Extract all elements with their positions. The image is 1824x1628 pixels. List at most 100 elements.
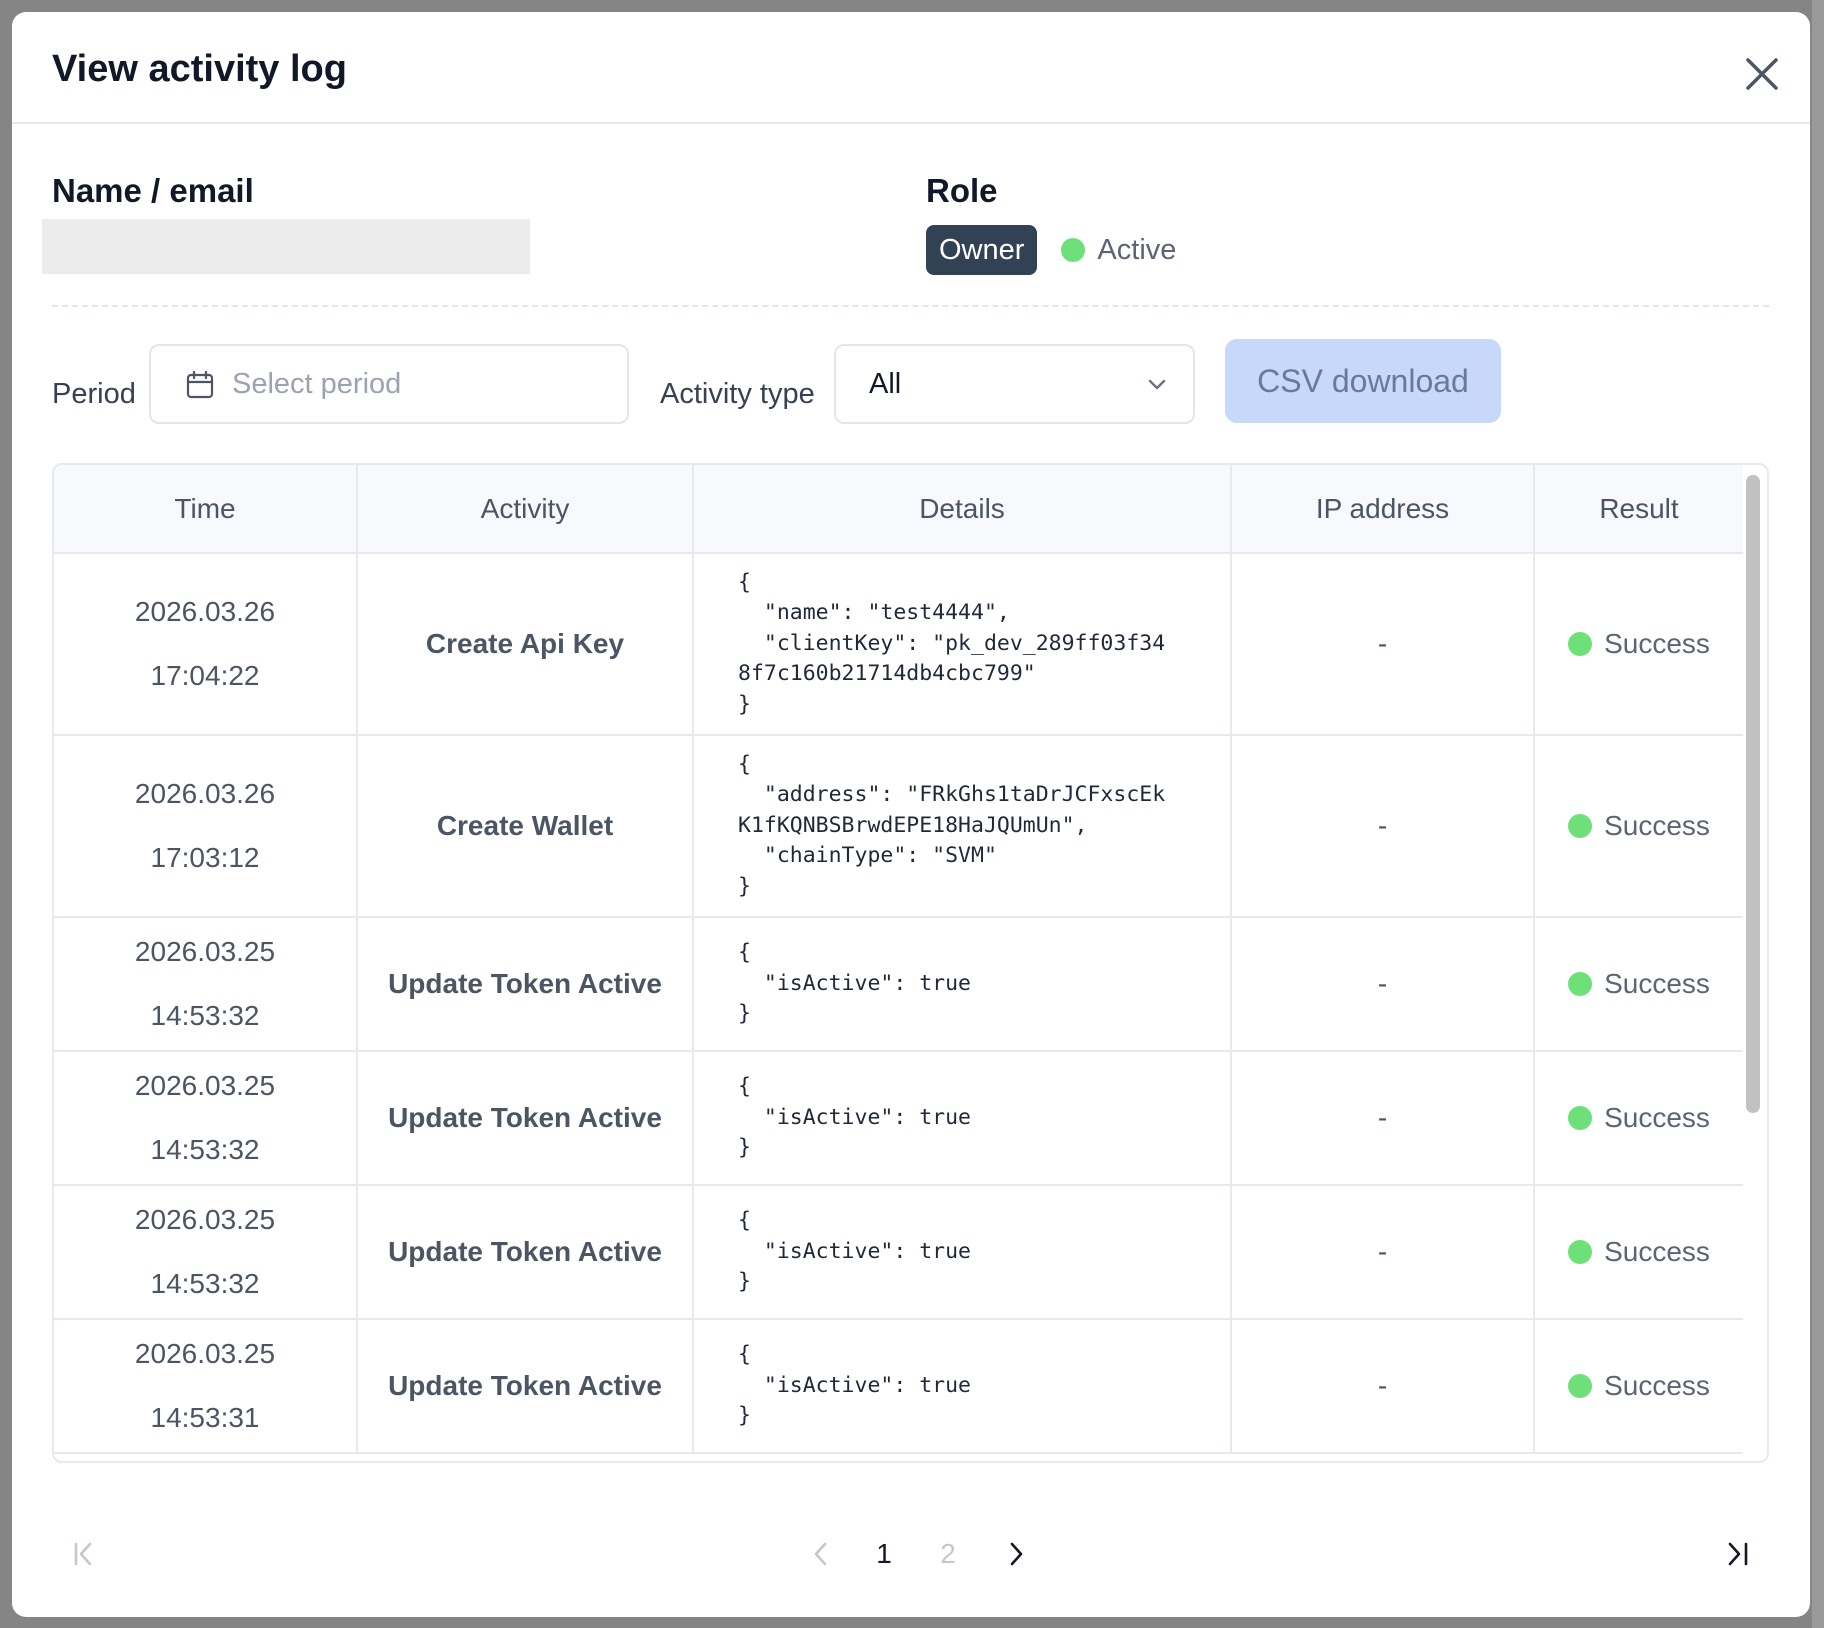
ip-address-cell: - [1231,1319,1535,1454]
activity-cell: Update Token Active [357,1185,694,1320]
time-clock: 14:53:32 [150,1268,260,1299]
modal-title: View activity log [52,48,347,90]
activity-cell: Create Api Key [357,553,694,736]
time-cell: 2026.03.25 14:53:32 [54,1185,358,1320]
activity-cell: Update Token Active [357,1051,694,1186]
column-header-activity[interactable]: Activity [357,465,694,554]
activity-type-select[interactable]: All [834,344,1195,424]
time-date: 2026.03.25 [134,1204,276,1235]
activity-cell: Update Token Active [357,1319,694,1454]
time-clock: 14:53:32 [150,1134,260,1165]
section-divider [52,305,1769,307]
time-cell: 2026.03.26 17:04:22 [54,553,358,736]
close-icon [1746,58,1778,90]
role-section: Role [926,172,998,210]
period-label: Period [52,378,136,410]
role-badge: Owner [926,225,1038,275]
role-row: Owner Active [926,225,1176,275]
time-clock: 17:04:22 [150,660,260,691]
table-header-row: Time Activity Details IP address Result [54,465,1743,554]
name-email-value-redacted [42,219,530,274]
name-email-section: Name / email [52,172,254,210]
column-header-details[interactable]: Details [693,465,1232,554]
activity-type-label: Activity type [660,378,815,410]
table-row[interactable]: 2026.03.26 17:03:12 Create Wallet { "add… [54,735,1743,918]
time-clock: 17:03:12 [150,842,260,873]
result-cell: Success [1534,917,1743,1052]
time-cell: 2026.03.25 14:53:32 [54,1051,358,1186]
name-email-label: Name / email [52,172,254,209]
activity-table: Time Activity Details IP address Result … [54,465,1743,1454]
time-date: 2026.03.26 [134,778,276,809]
details-cell: { "address": "FRkGhs1taDrJCFxscEk K1fKQN… [693,735,1232,918]
modal-header: View activity log [12,12,1810,124]
details-cell: { "isActive": true } [693,917,1232,1052]
success-dot-icon [1568,813,1593,838]
first-page-icon[interactable] [70,1540,98,1568]
activity-cell: Create Wallet [357,735,694,918]
ip-address-cell: - [1231,917,1535,1052]
csv-download-button[interactable]: CSV download [1225,339,1501,423]
ip-address-cell: - [1231,735,1535,918]
time-clock: 14:53:32 [150,1000,260,1031]
ip-address-cell: - [1231,553,1535,736]
time-cell: 2026.03.25 14:53:31 [54,1319,358,1454]
activity-cell: Update Token Active [357,917,694,1052]
time-date: 2026.03.26 [134,596,276,627]
table-row[interactable]: 2026.03.26 17:04:22 Create Api Key { "na… [54,553,1743,736]
chevron-left-icon[interactable] [807,1540,835,1568]
status-text: Active [1097,233,1177,266]
result-text: Success [1604,1369,1710,1401]
success-dot-icon [1568,1105,1593,1130]
result-text: Success [1604,627,1710,659]
period-placeholder: Select period [232,368,402,400]
table-row[interactable]: 2026.03.25 14:53:31 Update Token Active … [54,1319,1743,1454]
details-cell: { "name": "test4444", "clientKey": "pk_d… [693,553,1232,736]
chevron-down-icon [1148,379,1166,390]
activity-type-value: All [869,368,902,400]
success-dot-icon [1568,631,1593,656]
column-header-ip-address[interactable]: IP address [1231,465,1535,554]
backdrop [1812,0,1824,1628]
result-text: Success [1604,967,1710,999]
table-row[interactable]: 2026.03.25 14:53:32 Update Token Active … [54,917,1743,1052]
time-date: 2026.03.25 [134,1070,276,1101]
success-dot-icon [1568,971,1593,996]
details-cell: { "isActive": true } [693,1185,1232,1320]
activity-log-modal: View activity log Name / email Role Owne… [12,12,1810,1617]
time-date: 2026.03.25 [134,1338,276,1369]
result-cell: Success [1534,1185,1743,1320]
result-cell: Success [1534,553,1743,736]
column-header-result[interactable]: Result [1534,465,1743,554]
page-number-2[interactable]: 2 [928,1538,968,1570]
result-text: Success [1604,809,1710,841]
result-text: Success [1604,1235,1710,1267]
ip-address-cell: - [1231,1051,1535,1186]
chevron-right-icon[interactable] [1002,1540,1030,1568]
activity-table-container: Time Activity Details IP address Result … [52,463,1769,1463]
time-cell: 2026.03.25 14:53:32 [54,917,358,1052]
result-cell: Success [1534,1051,1743,1186]
time-cell: 2026.03.26 17:03:12 [54,735,358,918]
column-header-time[interactable]: Time [54,465,358,554]
close-button[interactable] [1738,50,1786,98]
result-cell: Success [1534,735,1743,918]
table-scrollbar-thumb[interactable] [1746,475,1760,1113]
result-text: Success [1604,1101,1710,1133]
role-label: Role [926,172,998,209]
table-row[interactable]: 2026.03.25 14:53:32 Update Token Active … [54,1051,1743,1186]
details-cell: { "isActive": true } [693,1051,1232,1186]
time-clock: 14:53:31 [150,1402,260,1433]
calendar-icon [186,370,214,399]
time-date: 2026.03.25 [134,936,276,967]
result-cell: Success [1534,1319,1743,1454]
success-dot-icon [1568,1373,1593,1398]
table-row[interactable]: 2026.03.25 14:53:32 Update Token Active … [54,1185,1743,1320]
period-picker[interactable]: Select period [149,344,629,424]
details-cell: { "isActive": true } [693,1319,1232,1454]
page-number-1[interactable]: 1 [864,1538,904,1570]
ip-address-cell: - [1231,1185,1535,1320]
status-dot-icon [1061,238,1086,262]
last-page-icon[interactable] [1724,1540,1752,1568]
success-dot-icon [1568,1239,1593,1264]
